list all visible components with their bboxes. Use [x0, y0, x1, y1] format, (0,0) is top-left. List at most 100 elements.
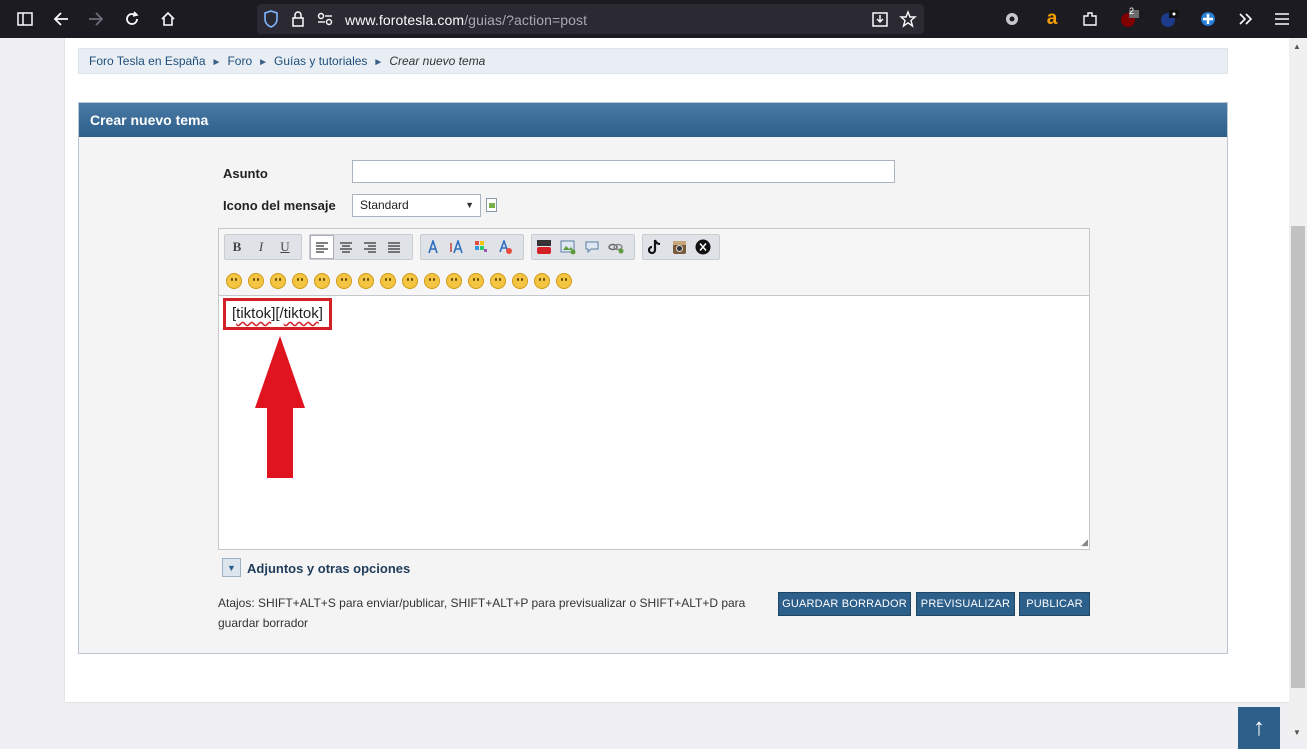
youtube-button[interactable]: [532, 235, 556, 259]
message-textarea[interactable]: [tiktok][/tiktok] ◢: [219, 295, 1089, 549]
scroll-up-arrow-icon[interactable]: ▲: [1293, 42, 1301, 51]
smile-icon[interactable]: [226, 273, 242, 289]
happy-icon[interactable]: [490, 273, 506, 289]
red-arrow-annotation: [255, 336, 305, 481]
tiktok-button[interactable]: [643, 235, 667, 259]
preview-button[interactable]: PREVISUALIZAR: [916, 592, 1015, 616]
forward-icon[interactable]: [84, 7, 108, 31]
image-button[interactable]: [556, 235, 580, 259]
wink-icon[interactable]: [248, 273, 264, 289]
breadcrumb-link-foro[interactable]: Foro: [227, 54, 252, 68]
permissions-icon[interactable]: [317, 12, 333, 29]
lock-icon[interactable]: [291, 11, 305, 30]
neutral-icon[interactable]: [402, 273, 418, 289]
social-button-group: [642, 234, 720, 260]
breadcrumb-separator: ►: [258, 57, 269, 68]
font-color-icon: [428, 240, 438, 254]
scroll-to-top-button[interactable]: ↑: [1238, 707, 1280, 749]
expand-toggle-icon[interactable]: ▼: [222, 558, 241, 577]
align-right-button[interactable]: [358, 235, 382, 259]
worried-icon[interactable]: [468, 273, 484, 289]
quote-button[interactable]: [580, 235, 604, 259]
shield-icon[interactable]: [263, 10, 279, 31]
format-button-group: B I U: [224, 234, 302, 260]
font-color-button[interactable]: [421, 235, 445, 259]
browser-toolbar: www.forotesla.com/guias/?action=post a 2: [0, 0, 1307, 38]
align-left-button[interactable]: [310, 235, 334, 259]
save-page-icon[interactable]: [871, 10, 889, 31]
sidebar-icon[interactable]: [13, 7, 37, 31]
youtube-icon: [537, 240, 551, 254]
url-bar[interactable]: www.forotesla.com/guias/?action=post: [257, 4, 924, 34]
extensions-puzzle-icon[interactable]: [1078, 7, 1102, 31]
ublock-extension-icon[interactable]: 2: [1117, 6, 1141, 31]
bold-button[interactable]: B: [225, 235, 249, 259]
message-icon-select[interactable]: Standard ▼: [352, 194, 481, 217]
underline-button[interactable]: U: [273, 235, 297, 259]
blush-icon[interactable]: [556, 273, 572, 289]
url-text[interactable]: www.forotesla.com/guias/?action=post: [345, 12, 587, 28]
x-twitter-icon: [695, 239, 711, 255]
align-right-icon: [364, 241, 376, 253]
reload-icon[interactable]: [120, 7, 144, 31]
breadcrumb-separator: ►: [211, 57, 222, 68]
back-icon[interactable]: [49, 7, 73, 31]
color-palette-icon: [475, 241, 487, 252]
font-size-button[interactable]: [445, 235, 469, 259]
link-icon: [608, 243, 624, 253]
gear-extension-icon[interactable]: [1000, 7, 1024, 31]
menu-hamburger-icon[interactable]: [1270, 7, 1294, 31]
bold-button-label: B: [232, 239, 242, 254]
editor: B I U [tiktok][/tiktok] ◢: [218, 228, 1090, 550]
font-size-icon: [450, 240, 463, 254]
resize-grip-icon[interactable]: ◢: [1081, 537, 1088, 548]
message-icon-preview-icon: [486, 198, 497, 212]
home-icon[interactable]: [156, 7, 180, 31]
underline-button-label: U: [280, 239, 290, 254]
page-scrollbar[interactable]: ▲ ▼: [1289, 38, 1307, 739]
x-twitter-button[interactable]: [691, 235, 715, 259]
sad-icon[interactable]: [424, 273, 440, 289]
confused-icon[interactable]: [336, 273, 352, 289]
message-icon-label: Icono del mensaje: [223, 198, 336, 213]
url-path: /guias/?action=post: [464, 12, 588, 28]
remove-format-icon: [499, 240, 512, 254]
blue-extension-icon[interactable]: [1157, 7, 1181, 31]
align-center-button[interactable]: [334, 235, 358, 259]
bookmark-star-icon[interactable]: [899, 10, 917, 31]
scroll-down-arrow-icon[interactable]: ▼: [1293, 728, 1301, 737]
italic-button[interactable]: I: [249, 235, 273, 259]
color-palette-button[interactable]: [469, 235, 493, 259]
grin-icon[interactable]: [270, 273, 286, 289]
instagram-button[interactable]: [667, 235, 691, 259]
extension-badge: 2: [1129, 6, 1135, 16]
scrollbar-thumb[interactable]: [1291, 226, 1305, 688]
remove-format-button[interactable]: [493, 235, 517, 259]
justify-icon: [388, 241, 400, 253]
breadcrumb: Foro Tesla en España ► Foro ► Guías y tutori…: [78, 48, 1228, 74]
surprised-icon[interactable]: [446, 273, 462, 289]
cross-extension-icon[interactable]: [1196, 7, 1220, 31]
save-draft-button[interactable]: GUARDAR BORRADOR: [778, 592, 911, 616]
instagram-icon: [672, 240, 686, 254]
overflow-chevrons-icon[interactable]: [1234, 7, 1258, 31]
rolleyes-icon[interactable]: [358, 273, 374, 289]
laugh-icon[interactable]: [292, 273, 308, 289]
angry-icon[interactable]: [314, 273, 330, 289]
breadcrumb-separator: ►: [373, 57, 384, 68]
align-left-icon: [316, 241, 328, 253]
attachments-options-link[interactable]: Adjuntos y otras opciones: [247, 561, 410, 576]
cool-icon[interactable]: [380, 273, 396, 289]
kiss-icon[interactable]: [534, 273, 550, 289]
subject-input[interactable]: [352, 160, 895, 183]
publish-button[interactable]: PUBLICAR: [1019, 592, 1090, 616]
link-button[interactable]: [604, 235, 628, 259]
justify-button[interactable]: [382, 235, 406, 259]
unsure-icon[interactable]: [512, 273, 528, 289]
breadcrumb-link-home[interactable]: Foro Tesla en España: [89, 54, 206, 68]
message-icon-selected: Standard: [360, 198, 409, 212]
tiktok-close-tag: tiktok: [283, 305, 319, 322]
amazon-extension-icon[interactable]: a: [1040, 7, 1064, 31]
breadcrumb-link-guias[interactable]: Guías y tutoriales: [274, 54, 367, 68]
italic-button-label: I: [258, 239, 264, 254]
